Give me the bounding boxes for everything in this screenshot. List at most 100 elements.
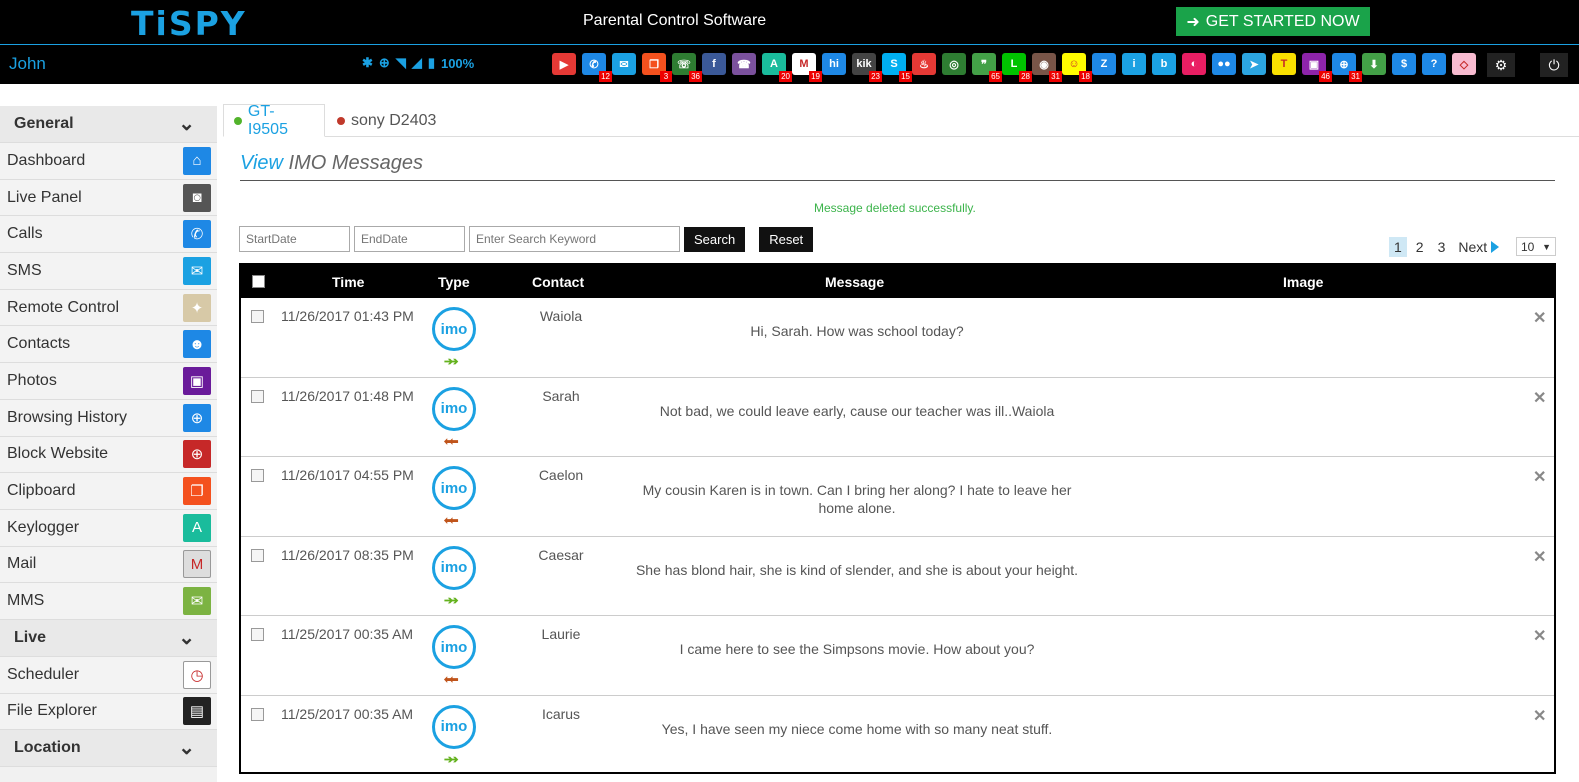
- skype-icon[interactable]: S 15: [882, 53, 912, 82]
- incoming-arrow-icon: ⬅⬅: [444, 674, 458, 687]
- imo-icon[interactable]: i: [1122, 53, 1146, 75]
- kakaotalk-icon[interactable]: T: [1272, 53, 1296, 75]
- sms-icon[interactable]: ✉: [612, 53, 636, 75]
- help-icon[interactable]: ?: [1422, 53, 1446, 75]
- sidebar-item-label: Block Website: [7, 445, 109, 463]
- row-checkbox[interactable]: [251, 628, 264, 642]
- whatsapp-icon[interactable]: ☏ 36: [672, 53, 702, 82]
- power-icon[interactable]: ⏻: [1540, 53, 1568, 77]
- clipboard-icon[interactable]: ❐ 3: [642, 53, 672, 82]
- globe-icon: ⊕: [177, 400, 217, 436]
- sidebar-item-label: Contacts: [7, 335, 71, 353]
- next-arrow-icon: [1491, 241, 1500, 253]
- sidebar-item-mms[interactable]: MMS ✉: [0, 583, 217, 620]
- select-all-checkbox[interactable]: [252, 275, 265, 288]
- search-button[interactable]: Search: [684, 226, 746, 252]
- row-checkbox[interactable]: [251, 548, 264, 562]
- photos-icon[interactable]: ▣ 46: [1302, 53, 1332, 82]
- sidebar-item-contacts[interactable]: Contacts ☻: [0, 326, 217, 364]
- sidebar-section-general[interactable]: General ⌄: [0, 106, 217, 143]
- get-started-button[interactable]: ➜ GET STARTED NOW: [1176, 7, 1370, 36]
- delete-icon[interactable]: ✕: [1533, 467, 1546, 487]
- sidebar-item-scheduler[interactable]: Scheduler ◷: [0, 656, 217, 694]
- app-glyph: ●●: [1217, 58, 1231, 70]
- delete-icon[interactable]: ✕: [1533, 308, 1546, 328]
- viber-icon[interactable]: ☎: [732, 53, 756, 75]
- sidebar-item-browsing-history[interactable]: Browsing History ⊕: [0, 399, 217, 437]
- browser-icon[interactable]: ⊕ 31: [1332, 53, 1362, 82]
- page-link-1[interactable]: 1: [1389, 237, 1407, 257]
- section-title: General: [14, 115, 74, 132]
- imo-icon: imo: [432, 704, 476, 749]
- page-link-2[interactable]: 2: [1411, 237, 1429, 257]
- sidebar-item-remote-control[interactable]: Remote Control ✦: [0, 289, 217, 327]
- delete-icon[interactable]: ✕: [1533, 547, 1546, 567]
- delete-icon[interactable]: ✕: [1533, 706, 1546, 726]
- per-page-select[interactable]: 10 ▼: [1516, 237, 1556, 256]
- row-checkbox[interactable]: [251, 469, 264, 483]
- settings-icon[interactable]: ⚙: [1487, 53, 1515, 77]
- sidebar-section-live[interactable]: Live ⌄: [0, 619, 217, 657]
- tinder-icon[interactable]: ♨: [912, 53, 936, 75]
- video-call-icon[interactable]: ▶: [552, 53, 576, 75]
- page-link-3[interactable]: 3: [1433, 237, 1451, 257]
- imo-icon: imo: [432, 545, 476, 590]
- sidebar-item-photos[interactable]: Photos ▣: [0, 363, 217, 400]
- telegram-icon[interactable]: ➤: [1242, 53, 1266, 75]
- tab-label: sony D2403: [351, 111, 437, 129]
- dollar-icon[interactable]: $: [1392, 53, 1416, 75]
- calls-icon[interactable]: ✆ 12: [582, 53, 612, 82]
- col-type: Type: [438, 274, 470, 290]
- kik-icon[interactable]: kik 23: [852, 53, 882, 82]
- zalo-icon[interactable]: Z: [1092, 53, 1116, 75]
- hike-icon[interactable]: hi: [822, 53, 846, 75]
- line-icon[interactable]: L 28: [1002, 53, 1032, 82]
- sidebar-item-label: Mail: [7, 555, 37, 573]
- sidebar-item-live-panel[interactable]: Live Panel ◙: [0, 179, 217, 217]
- keylogger-icon: A: [177, 510, 217, 546]
- sidebar-item-clipboard[interactable]: Clipboard ❐: [0, 473, 217, 510]
- tab-device-active[interactable]: GT-I9505: [223, 103, 325, 138]
- row-checkbox[interactable]: [251, 389, 264, 403]
- delete-icon[interactable]: ✕: [1533, 388, 1546, 408]
- gmail-icon[interactable]: M 19: [792, 53, 822, 82]
- sidebar-item-block-website[interactable]: Block Website ⊕: [0, 436, 217, 474]
- sidebar-item-file-explorer[interactable]: File Explorer ▤: [0, 693, 217, 731]
- end-date-input[interactable]: [354, 226, 465, 252]
- keylogger-icon[interactable]: A 20: [762, 53, 792, 82]
- flickr-icon[interactable]: ●●: [1212, 53, 1236, 75]
- instagram-icon[interactable]: ◉ 31: [1032, 53, 1062, 82]
- start-date-input[interactable]: [239, 226, 350, 252]
- download-icon[interactable]: ⬇: [1362, 53, 1386, 75]
- count-badge: 28: [1019, 71, 1032, 82]
- sidebar-item-mail[interactable]: Mail M: [0, 546, 217, 584]
- facebook-icon[interactable]: f: [702, 53, 726, 75]
- sidebar-item-label: Remote Control: [7, 298, 120, 316]
- sidebar-item-sms[interactable]: SMS ✉: [0, 253, 217, 290]
- row-checkbox[interactable]: [251, 310, 264, 323]
- tab-device-other[interactable]: sony D2403: [327, 104, 446, 137]
- count-badge: 18: [1079, 71, 1092, 82]
- next-page-link[interactable]: Next: [1458, 239, 1500, 255]
- eraser-icon[interactable]: ◇: [1452, 53, 1476, 75]
- app-icon-bar: John ✱ ⊕ ◥ ◢ ▮ 100% ▶ ✆ 12 ✉ ❐ 3 ☏ 36 f ☎ A 20 M 19 hi…: [0, 44, 1579, 84]
- sidebar-item-dashboard[interactable]: Dashboard ⌂: [0, 143, 217, 180]
- bip-icon[interactable]: b: [1152, 53, 1176, 75]
- search-keyword-input[interactable]: [469, 226, 680, 252]
- row-checkbox[interactable]: [251, 707, 264, 721]
- row-contact: Waiola: [539, 308, 583, 324]
- wechat-icon[interactable]: ◎: [942, 53, 966, 75]
- sidebar-section-location[interactable]: Location ⌄: [0, 730, 217, 768]
- hangouts-icon[interactable]: ❞ 65: [972, 53, 1002, 82]
- top-bar: TiSPY Parental Control Software ➜ GET ST…: [0, 0, 1579, 44]
- username[interactable]: John: [9, 54, 46, 74]
- sidebar-item-calls[interactable]: Calls ✆: [0, 216, 217, 254]
- hangout-video-icon[interactable]: ◐: [1182, 53, 1206, 75]
- delete-icon[interactable]: ✕: [1533, 626, 1546, 646]
- battery-icon: ▮: [427, 55, 435, 70]
- sidebar-item-label: Photos: [7, 371, 57, 389]
- snapchat-icon[interactable]: ☺ 18: [1062, 53, 1092, 82]
- reset-button[interactable]: Reset: [759, 226, 814, 252]
- count-badge: 23: [869, 71, 882, 82]
- sidebar-item-keylogger[interactable]: Keylogger A: [0, 509, 217, 547]
